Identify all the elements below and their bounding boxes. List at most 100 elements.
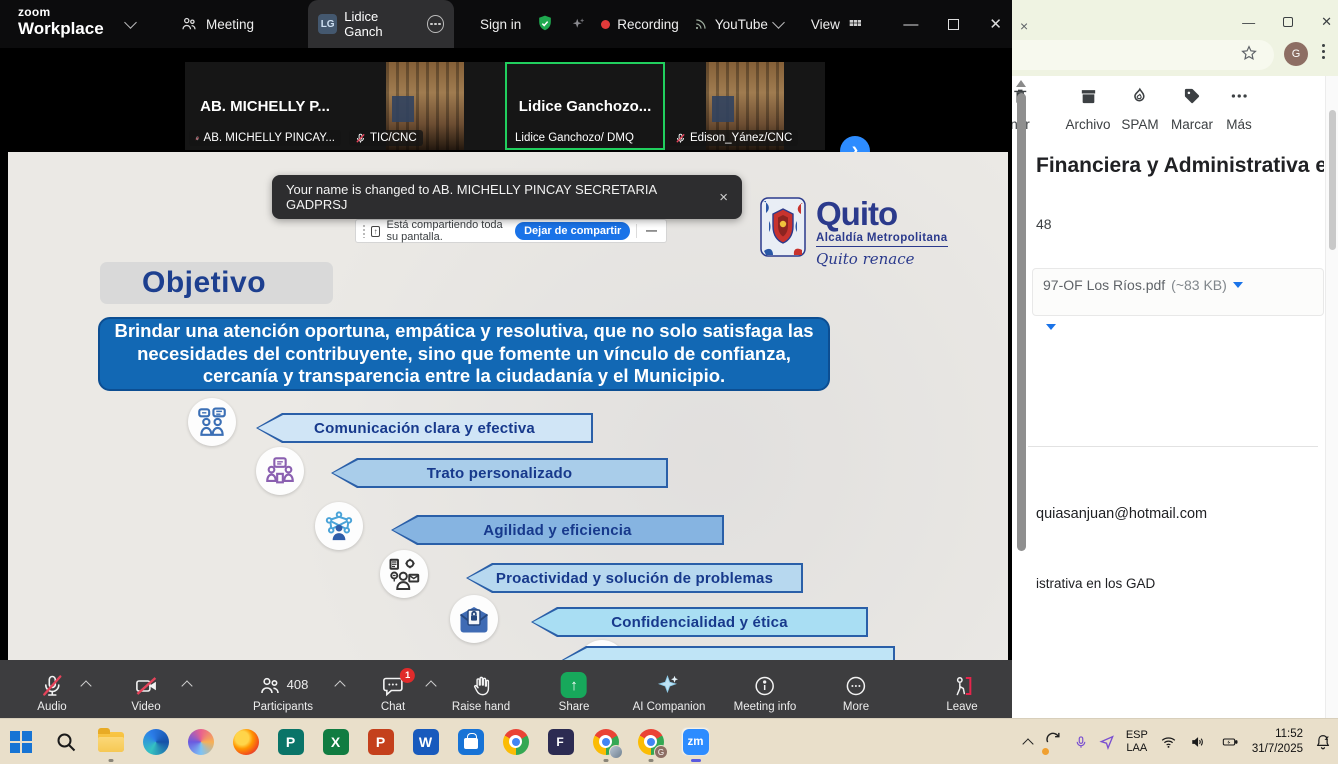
- more-button[interactable]: More: [843, 672, 869, 713]
- sync-status[interactable]: [1043, 730, 1063, 755]
- browser-close-button[interactable]: ✕: [1321, 14, 1332, 30]
- zoom-app-button[interactable]: zm: [681, 727, 710, 756]
- muted-mic-icon: [675, 133, 686, 144]
- tab-lidice-ganch[interactable]: LG Lidice Ganch: [308, 0, 454, 48]
- mark-action[interactable]: Marcar: [1171, 86, 1213, 132]
- audio-options-chevron-icon[interactable]: [80, 680, 91, 691]
- archive-action[interactable]: Archivo: [1065, 86, 1110, 132]
- youtube-live-control[interactable]: YouTube: [693, 16, 783, 32]
- tab-meeting[interactable]: Meeting: [170, 0, 264, 48]
- browser-minimize-button[interactable]: —: [1242, 15, 1255, 30]
- recording-indicator[interactable]: Recording: [601, 17, 679, 32]
- powerpoint-button[interactable]: P: [366, 727, 395, 756]
- mail-subject-clipped: Financiera y Administrativa en: [1036, 154, 1324, 178]
- participant-label-text: Edison_Yánez/CNC: [690, 132, 792, 144]
- raise-hand-button[interactable]: Raise hand: [452, 672, 510, 713]
- firefox-button[interactable]: [231, 727, 260, 756]
- edge-button[interactable]: [141, 727, 170, 756]
- item-label: Agilidad y eficiencia: [483, 522, 631, 539]
- excel-icon: X: [323, 729, 349, 755]
- participant-tile[interactable]: TIC/CNC: [345, 62, 505, 150]
- tab-options-icon[interactable]: [427, 15, 444, 33]
- mic-in-use-icon[interactable]: [1074, 734, 1088, 751]
- maximize-button[interactable]: [948, 19, 959, 30]
- publisher-icon: P: [278, 729, 304, 755]
- browser-tab-close-icon[interactable]: ×: [1020, 18, 1028, 34]
- powerpoint-icon: P: [368, 729, 394, 755]
- ai-companion-button[interactable]: AI Companion: [633, 672, 706, 713]
- tag-icon: [1182, 86, 1202, 106]
- browser-menu-kebab-icon[interactable]: [1322, 44, 1325, 47]
- youtube-label: YouTube: [715, 17, 768, 32]
- hide-bar-button[interactable]: —: [643, 225, 660, 237]
- browser-profile-avatar[interactable]: G: [1284, 42, 1308, 66]
- browser-right-scrollbar[interactable]: [1325, 76, 1338, 718]
- hidden-icons-chevron-icon[interactable]: [1022, 738, 1033, 749]
- toast-close-icon[interactable]: ×: [719, 189, 728, 206]
- scrollbar-thumb[interactable]: [1017, 93, 1026, 551]
- spam-action[interactable]: SPAM: [1121, 86, 1158, 132]
- battery-charging-icon[interactable]: [1219, 734, 1241, 750]
- video-button[interactable]: Video: [131, 672, 160, 713]
- leave-button[interactable]: Leave: [946, 672, 977, 713]
- close-button[interactable]: ✕: [989, 15, 1002, 33]
- more-actions[interactable]: Más: [1226, 86, 1252, 132]
- address-bar[interactable]: [1012, 40, 1274, 70]
- scroll-up-arrow-icon[interactable]: [1016, 80, 1026, 87]
- leave-icon: [950, 674, 974, 698]
- chrome-button[interactable]: [501, 727, 530, 756]
- attachment-chip[interactable]: 97-OF Los Ríos.pdf (~83 KB): [1032, 268, 1324, 316]
- zoom-window-controls: — ✕: [903, 0, 1002, 48]
- speaker-icon[interactable]: [1189, 734, 1208, 750]
- raise-hand-icon: [470, 674, 493, 698]
- browser-restore-button[interactable]: [1283, 17, 1293, 27]
- zoom-titlebar: zoom Workplace Meeting LG Lidice Ganch S…: [0, 0, 1012, 48]
- audio-label: Audio: [37, 701, 66, 713]
- chat-button[interactable]: 1 Chat: [381, 672, 405, 713]
- participant-tile[interactable]: AB. MICHELLY P... AB. MICHELLY PINCAY...: [185, 62, 345, 150]
- clock[interactable]: 11:52 31/7/2025: [1252, 727, 1303, 757]
- sparkle-icon[interactable]: [569, 15, 587, 33]
- ms-store-button[interactable]: [456, 727, 485, 756]
- workspace-chevron-down-icon[interactable]: [124, 16, 137, 29]
- quito-crest-icon: [760, 197, 806, 257]
- f-app-button[interactable]: F: [546, 727, 575, 756]
- shield-check-icon[interactable]: [535, 14, 555, 34]
- chat-options-chevron-icon[interactable]: [425, 680, 436, 691]
- stop-sharing-button[interactable]: Dejar de compartir: [515, 222, 630, 240]
- notification-bell-icon[interactable]: [1314, 733, 1332, 751]
- expand-dropdown-icon[interactable]: [1046, 324, 1056, 330]
- attachment-name[interactable]: 97-OF Los Ríos.pdf: [1043, 277, 1165, 293]
- participants-button[interactable]: 408 Participants: [253, 672, 313, 713]
- participant-tile-active-speaker[interactable]: Lidice Ganchozo... Lidice Ganchozo/ DMQ: [505, 62, 665, 150]
- meeting-info-button[interactable]: Meeting info: [734, 672, 797, 713]
- video-options-chevron-icon[interactable]: [181, 680, 192, 691]
- location-in-use-icon[interactable]: [1099, 734, 1115, 750]
- attachment-dropdown-icon[interactable]: [1233, 282, 1243, 288]
- start-button[interactable]: [6, 727, 35, 756]
- sender-email-clipped[interactable]: quiasanjuan@hotmail.com: [1036, 506, 1207, 522]
- participants-options-chevron-icon[interactable]: [334, 680, 345, 691]
- minimize-button[interactable]: —: [903, 16, 918, 33]
- share-button[interactable]: ↑ Share: [559, 672, 590, 713]
- search-button[interactable]: [51, 727, 80, 756]
- chrome-profile1-button[interactable]: [591, 727, 620, 756]
- wifi-icon[interactable]: [1159, 734, 1178, 750]
- people-icon: [180, 15, 198, 33]
- bookmark-star-icon[interactable]: [1240, 44, 1258, 62]
- word-button[interactable]: W: [411, 727, 440, 756]
- copilot-button[interactable]: [186, 727, 215, 756]
- participant-tile[interactable]: Edison_Yánez/CNC: [665, 62, 825, 150]
- sign-in-button[interactable]: Sign in: [480, 17, 521, 32]
- audio-button[interactable]: Audio: [37, 672, 66, 713]
- drag-handle-icon[interactable]: [362, 224, 365, 238]
- scrollbar-thumb[interactable]: [1329, 110, 1336, 250]
- item-banner: Confidencialidad y ética: [531, 607, 868, 637]
- publisher-button[interactable]: P: [276, 727, 305, 756]
- chrome-profile2-button[interactable]: G: [636, 727, 665, 756]
- browser-left-scrollbar[interactable]: [1015, 80, 1027, 640]
- view-control[interactable]: View: [811, 16, 863, 32]
- language-indicator[interactable]: ESP LAA: [1126, 729, 1148, 755]
- excel-button[interactable]: X: [321, 727, 350, 756]
- file-explorer-button[interactable]: [96, 727, 125, 756]
